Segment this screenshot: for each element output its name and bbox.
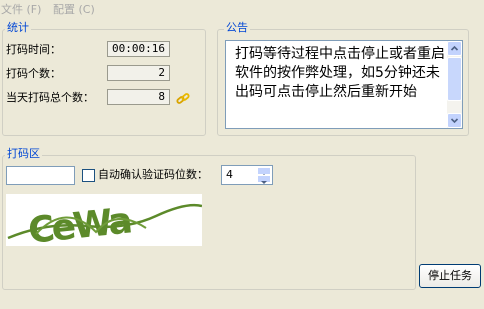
spin-down-button[interactable] xyxy=(257,175,271,184)
menu-bar: 文件 (F) 配置 (C) xyxy=(0,0,484,16)
menu-file[interactable]: 文件 (F) xyxy=(1,1,41,17)
coding-area-group-title: 打码区 xyxy=(5,147,42,160)
scroll-down-button[interactable] xyxy=(447,113,462,128)
scroll-thumb[interactable] xyxy=(447,57,462,101)
captcha-text: CeWa xyxy=(26,201,132,246)
menu-settings[interactable]: 配置 (C) xyxy=(53,1,95,17)
coding-count-value: 2 xyxy=(107,65,170,81)
chevron-down-icon xyxy=(261,181,267,184)
chevron-down-icon xyxy=(450,118,459,124)
today-total-value: 8 xyxy=(107,89,170,105)
coding-time-value: 00:00:16 xyxy=(107,41,170,57)
chevron-up-icon xyxy=(450,45,459,51)
digit-count-stepper[interactable]: 4 xyxy=(221,165,273,185)
auto-confirm-checkbox[interactable] xyxy=(82,169,95,182)
scroll-up-button[interactable] xyxy=(447,41,462,56)
stop-task-button[interactable]: 停止任务 xyxy=(419,264,481,288)
stats-group-title: 统计 xyxy=(5,21,31,34)
today-total-label: 当天打码总个数： xyxy=(6,91,94,104)
coding-count-label: 打码个数： xyxy=(6,67,61,80)
chain-link-icon[interactable] xyxy=(176,92,190,109)
notice-scrollbar[interactable] xyxy=(447,41,462,128)
notice-group-title: 公告 xyxy=(224,21,250,34)
notice-textbox[interactable]: 打码等待过程中点击停止或者重启软件的按作弊处理，如5分钟还未出码可点击停止然后重… xyxy=(225,40,463,129)
auto-confirm-label: 自动确认验证码位数： xyxy=(98,168,208,181)
digit-count-value: 4 xyxy=(226,168,233,181)
captcha-answer-input[interactable] xyxy=(6,166,75,185)
spin-up-button[interactable] xyxy=(257,167,271,177)
captcha-image: CeWa xyxy=(6,194,202,246)
notice-text: 打码等待过程中点击停止或者重启软件的按作弊处理，如5分钟还未出码可点击停止然后重… xyxy=(235,46,445,100)
coding-time-label: 打码时间： xyxy=(6,43,61,56)
